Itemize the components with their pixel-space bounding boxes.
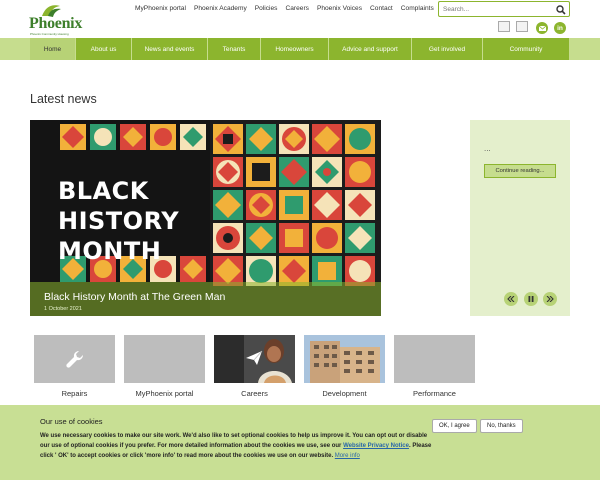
nav-homeowners[interactable]: Homeowners [261, 38, 329, 60]
linkedin-icon[interactable]: in [554, 22, 566, 34]
news-headline[interactable]: Black History Month at The Green Man [44, 291, 225, 303]
main-nav: Home About us News and events Tenants Ho… [30, 38, 570, 60]
cookie-title: Our use of cookies [40, 417, 103, 426]
nav-get-involved[interactable]: Get involved [412, 38, 483, 60]
wrench-icon [66, 350, 84, 368]
logo-tagline: Phoenix Community Housing [30, 32, 69, 36]
nav-community[interactable]: Community [483, 38, 570, 60]
tile-label-repairs[interactable]: Repairs [34, 389, 115, 398]
double-chevron-right-icon [546, 296, 554, 302]
tile-development[interactable] [304, 335, 385, 383]
double-chevron-left-icon [507, 296, 515, 302]
hero-caption[interactable]: Black History Month at The Green Man 1 O… [30, 282, 381, 316]
decline-cookies-button[interactable]: No, thanks [480, 419, 523, 433]
news-excerpt: ... [484, 144, 491, 153]
link-contact[interactable]: Contact [366, 5, 397, 12]
tile-label-myphoenix-portal[interactable]: MyPhoenix portal [124, 389, 205, 398]
tile-careers[interactable] [214, 335, 295, 383]
hero-headline-line: HISTORY [58, 207, 180, 235]
link-phoenix-academy[interactable]: Phoenix Academy [190, 5, 251, 12]
news-hero-slide[interactable]: BLACK HISTORY MONTH Black History Month … [30, 120, 381, 316]
search-icon[interactable] [556, 5, 566, 15]
pause-slideshow-button[interactable] [524, 292, 538, 306]
link-phoenix-voices[interactable]: Phoenix Voices [313, 5, 366, 12]
link-careers[interactable]: Careers [281, 5, 312, 12]
logo[interactable]: Phoenix Phoenix Community Housing [29, 4, 83, 36]
tile-myphoenix-portal[interactable] [124, 335, 205, 383]
broken-image-icon[interactable] [516, 21, 528, 32]
more-info-link[interactable]: More info [335, 453, 360, 459]
nav-news-and-events[interactable]: News and events [132, 38, 208, 60]
link-myphoenix-portal[interactable]: MyPhoenix portal [131, 5, 190, 12]
tile-repairs[interactable] [34, 335, 115, 383]
development-photo [304, 335, 385, 383]
nav-advice-and-support[interactable]: Advice and support [329, 38, 412, 60]
latest-news-heading: Latest news [30, 92, 97, 106]
page: Phoenix Phoenix Community Housing MyPhoe… [0, 0, 600, 480]
email-icon[interactable] [536, 22, 548, 34]
hero-headline-line: MONTH [58, 237, 162, 265]
utility-links: MyPhoenix portal Phoenix Academy Policie… [131, 5, 438, 12]
nav-home[interactable]: Home [30, 38, 76, 60]
logo-text: Phoenix [29, 15, 83, 32]
previous-slide-button[interactable] [504, 292, 518, 306]
paper-plane-icon [246, 350, 263, 365]
broken-image-icon[interactable] [498, 21, 510, 32]
next-slide-button[interactable] [543, 292, 557, 306]
news-side-panel: ... Continue reading... [470, 120, 570, 316]
hero-headline: BLACK HISTORY MONTH [58, 176, 179, 266]
search-box [438, 1, 570, 17]
nav-about-us[interactable]: About us [76, 38, 132, 60]
nav-tenants[interactable]: Tenants [208, 38, 261, 60]
cookie-banner: Our use of cookies We use necessary cook… [0, 405, 600, 480]
tile-label-development[interactable]: Development [304, 389, 385, 398]
hero-headline-line: BLACK [58, 177, 149, 205]
search-input[interactable] [443, 4, 553, 15]
accept-cookies-button[interactable]: OK, I agree [432, 419, 477, 433]
tile-label-careers[interactable]: Careers [214, 389, 295, 398]
privacy-notice-link[interactable]: Website Privacy Notice [343, 443, 409, 449]
cookie-message: We use necessary cookies to make our sit… [40, 431, 432, 461]
pause-icon [528, 296, 534, 302]
news-date: 1 October 2021 [44, 306, 82, 312]
link-policies[interactable]: Policies [251, 5, 282, 12]
tile-label-performance[interactable]: Performance [394, 389, 475, 398]
tile-performance[interactable] [394, 335, 475, 383]
continue-reading-button[interactable]: Continue reading... [484, 164, 556, 178]
link-complaints[interactable]: Complaints [397, 5, 438, 12]
